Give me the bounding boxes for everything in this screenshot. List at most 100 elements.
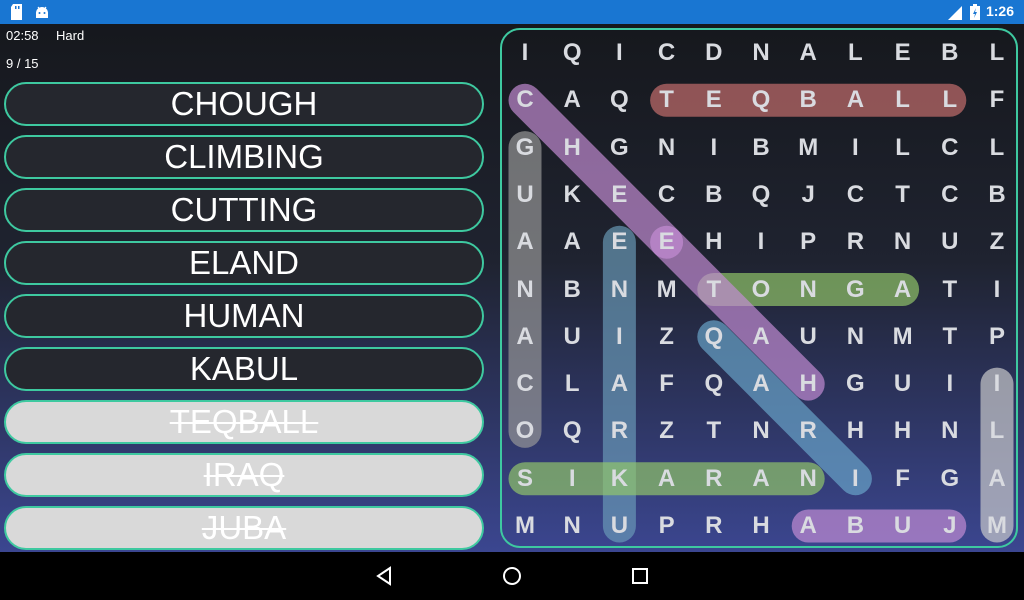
- grid-letter[interactable]: B: [690, 171, 737, 218]
- grid-letter[interactable]: B: [974, 171, 1021, 218]
- grid-letter[interactable]: Z: [974, 219, 1021, 266]
- grid-letter[interactable]: T: [926, 266, 973, 313]
- grid-letter[interactable]: Z: [643, 313, 690, 360]
- grid-letter[interactable]: N: [549, 503, 596, 550]
- grid-letter[interactable]: O: [738, 266, 785, 313]
- grid-letter[interactable]: S: [502, 455, 549, 502]
- grid-letter[interactable]: L: [879, 77, 926, 124]
- back-button[interactable]: [372, 564, 396, 588]
- grid-letter[interactable]: M: [974, 503, 1021, 550]
- grid-letter[interactable]: B: [738, 124, 785, 171]
- grid-letter[interactable]: L: [926, 77, 973, 124]
- grid-letter[interactable]: T: [926, 313, 973, 360]
- grid-letter[interactable]: E: [596, 219, 643, 266]
- grid-letter[interactable]: N: [926, 408, 973, 455]
- grid-letter[interactable]: A: [738, 361, 785, 408]
- grid-letter[interactable]: E: [596, 171, 643, 218]
- grid-letter[interactable]: G: [832, 361, 879, 408]
- grid-letter[interactable]: I: [974, 361, 1021, 408]
- grid-letter[interactable]: Z: [643, 408, 690, 455]
- grid-letter[interactable]: I: [690, 124, 737, 171]
- grid-letter[interactable]: C: [502, 361, 549, 408]
- grid-letter[interactable]: I: [596, 30, 643, 77]
- grid-letter[interactable]: Q: [690, 361, 737, 408]
- grid-letter[interactable]: G: [926, 455, 973, 502]
- grid-letter[interactable]: U: [502, 171, 549, 218]
- grid-letter[interactable]: H: [738, 503, 785, 550]
- grid-letter[interactable]: U: [596, 503, 643, 550]
- grid-letter[interactable]: N: [643, 124, 690, 171]
- grid-letter[interactable]: T: [879, 171, 926, 218]
- grid-letter[interactable]: H: [879, 408, 926, 455]
- grid-letter[interactable]: A: [832, 77, 879, 124]
- grid-letter[interactable]: U: [926, 219, 973, 266]
- grid-letter[interactable]: I: [926, 361, 973, 408]
- grid-letter[interactable]: E: [643, 219, 690, 266]
- grid-letter[interactable]: T: [643, 77, 690, 124]
- grid-letter[interactable]: R: [690, 503, 737, 550]
- grid-letter[interactable]: U: [785, 313, 832, 360]
- grid-letter[interactable]: Q: [738, 171, 785, 218]
- home-button[interactable]: [500, 564, 524, 588]
- grid-letter[interactable]: K: [596, 455, 643, 502]
- grid-letter[interactable]: D: [690, 30, 737, 77]
- grid-letter[interactable]: C: [926, 124, 973, 171]
- grid-letter[interactable]: R: [785, 408, 832, 455]
- grid-letter[interactable]: R: [690, 455, 737, 502]
- grid-letter[interactable]: M: [502, 503, 549, 550]
- grid-letter[interactable]: M: [785, 124, 832, 171]
- grid-letter[interactable]: K: [549, 171, 596, 218]
- grid-letter[interactable]: H: [549, 124, 596, 171]
- grid-letter[interactable]: J: [785, 171, 832, 218]
- grid-letter[interactable]: U: [549, 313, 596, 360]
- grid-letter[interactable]: N: [785, 455, 832, 502]
- grid-letter[interactable]: I: [738, 219, 785, 266]
- grid-letter[interactable]: G: [596, 124, 643, 171]
- grid-letter[interactable]: N: [738, 30, 785, 77]
- grid-letter[interactable]: A: [879, 266, 926, 313]
- grid-letter[interactable]: M: [643, 266, 690, 313]
- grid-letter[interactable]: U: [879, 361, 926, 408]
- grid-letter[interactable]: G: [502, 124, 549, 171]
- grid-letter[interactable]: P: [785, 219, 832, 266]
- grid-letter[interactable]: H: [690, 219, 737, 266]
- grid-letter[interactable]: C: [832, 171, 879, 218]
- grid-letter[interactable]: C: [502, 77, 549, 124]
- grid-letter[interactable]: Q: [549, 408, 596, 455]
- grid-letter[interactable]: I: [974, 266, 1021, 313]
- grid-letter[interactable]: H: [832, 408, 879, 455]
- grid-letter[interactable]: Q: [738, 77, 785, 124]
- grid-letter[interactable]: B: [832, 503, 879, 550]
- grid-letter[interactable]: R: [832, 219, 879, 266]
- grid-letter[interactable]: C: [643, 171, 690, 218]
- grid-letter[interactable]: P: [643, 503, 690, 550]
- grid-letter[interactable]: I: [596, 313, 643, 360]
- grid-letter[interactable]: L: [549, 361, 596, 408]
- grid-letter[interactable]: A: [596, 361, 643, 408]
- grid-letter[interactable]: A: [549, 219, 596, 266]
- grid-letter[interactable]: N: [596, 266, 643, 313]
- grid-letter[interactable]: A: [549, 77, 596, 124]
- grid-letter[interactable]: F: [974, 77, 1021, 124]
- grid-letter[interactable]: I: [832, 455, 879, 502]
- grid-letter[interactable]: G: [832, 266, 879, 313]
- grid-letter[interactable]: Q: [596, 77, 643, 124]
- grid-letter[interactable]: T: [690, 266, 737, 313]
- grid-letter[interactable]: F: [643, 361, 690, 408]
- grid-letter[interactable]: N: [502, 266, 549, 313]
- grid-letter[interactable]: N: [738, 408, 785, 455]
- grid-letter[interactable]: O: [502, 408, 549, 455]
- grid-letter[interactable]: A: [502, 313, 549, 360]
- grid-letter[interactable]: L: [879, 124, 926, 171]
- grid-letter[interactable]: P: [974, 313, 1021, 360]
- grid-letter[interactable]: M: [879, 313, 926, 360]
- grid-letter[interactable]: U: [879, 503, 926, 550]
- grid-letter[interactable]: L: [974, 30, 1021, 77]
- grid-letter[interactable]: H: [785, 361, 832, 408]
- grid-letter[interactable]: C: [643, 30, 690, 77]
- grid-letter[interactable]: R: [596, 408, 643, 455]
- grid-letter[interactable]: B: [926, 30, 973, 77]
- grid-letter[interactable]: L: [974, 408, 1021, 455]
- grid-letter[interactable]: A: [738, 455, 785, 502]
- grid-letter[interactable]: T: [690, 408, 737, 455]
